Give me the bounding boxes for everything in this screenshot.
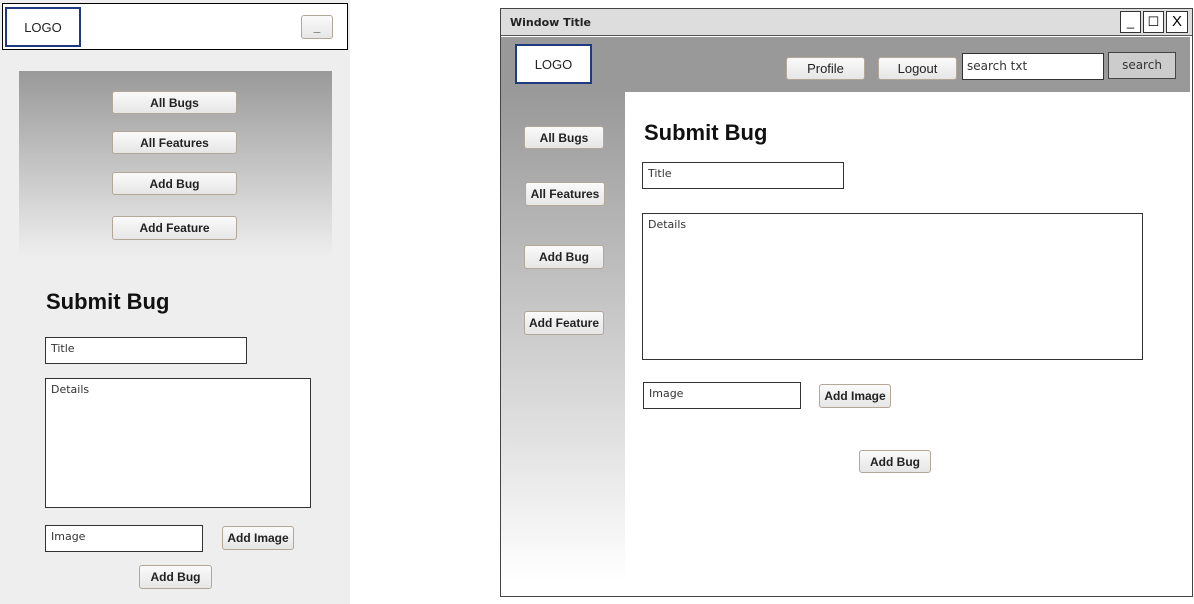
desktop-logo: LOGO: [515, 44, 592, 84]
desktop-image-input[interactable]: Image: [643, 382, 801, 409]
mobile-page-title: Submit Bug: [46, 289, 170, 314]
logout-button[interactable]: Logout: [878, 57, 957, 80]
desktop-nav-add-bug[interactable]: Add Bug: [524, 245, 604, 269]
mobile-nav-all-bugs[interactable]: All Bugs: [112, 91, 237, 114]
window-close-button[interactable]: X: [1166, 11, 1188, 33]
desktop-nav-add-feature[interactable]: Add Feature: [524, 311, 604, 335]
desktop-nav-all-features[interactable]: All Features: [525, 182, 605, 206]
desktop-sidebar: [501, 92, 625, 580]
mobile-nav-add-bug[interactable]: Add Bug: [112, 172, 237, 195]
mobile-nav-all-features[interactable]: All Features: [112, 131, 237, 154]
window-maximize-button[interactable]: ☐: [1143, 11, 1164, 33]
mobile-title-input[interactable]: Title: [45, 337, 247, 364]
desktop-title-input[interactable]: Title: [642, 162, 844, 189]
window-title-bar: [501, 9, 1192, 36]
mobile-menu-button[interactable]: _: [301, 15, 333, 39]
window-title: Window Title: [510, 16, 591, 29]
search-button[interactable]: search: [1108, 52, 1176, 79]
search-input[interactable]: search txt: [962, 53, 1104, 80]
mobile-image-input[interactable]: Image: [45, 525, 203, 552]
mobile-details-textarea[interactable]: Details: [45, 378, 311, 508]
desktop-page-title: Submit Bug: [644, 120, 768, 145]
mobile-add-image-button[interactable]: Add Image: [222, 526, 294, 550]
desktop-add-image-button[interactable]: Add Image: [819, 384, 891, 408]
profile-button[interactable]: Profile: [786, 57, 865, 80]
desktop-details-textarea[interactable]: Details: [642, 213, 1143, 360]
desktop-add-bug-button[interactable]: Add Bug: [859, 450, 931, 473]
mobile-nav-add-feature[interactable]: Add Feature: [112, 216, 237, 240]
mobile-logo: LOGO: [5, 7, 81, 47]
mobile-add-bug-button[interactable]: Add Bug: [139, 565, 212, 589]
desktop-nav-all-bugs[interactable]: All Bugs: [524, 126, 604, 149]
window-minimize-button[interactable]: _: [1120, 11, 1141, 33]
